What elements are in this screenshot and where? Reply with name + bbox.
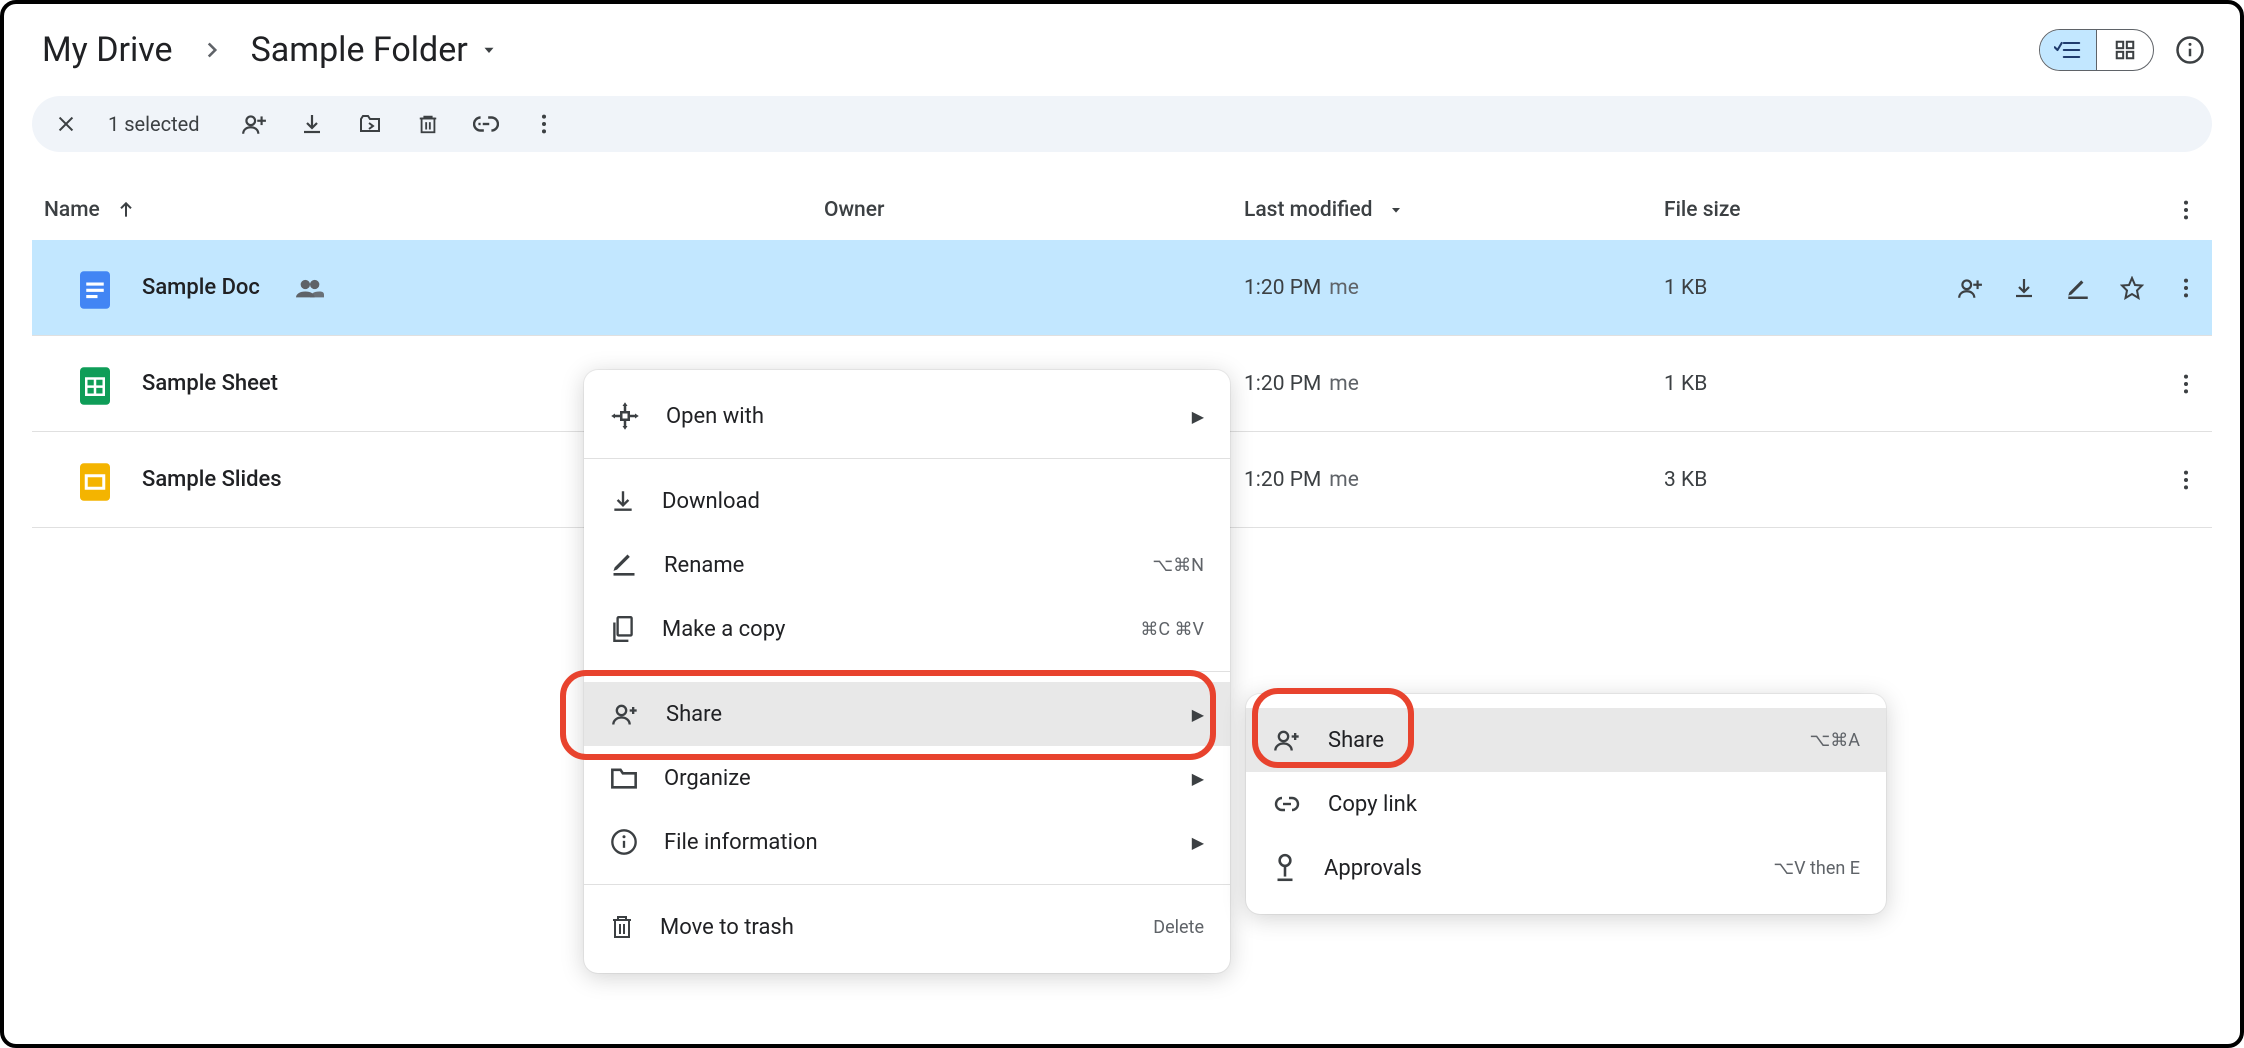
header: My Drive Sample Folder [32,20,2212,96]
column-size[interactable]: File size [1664,198,1741,222]
columns-menu-button[interactable] [2172,196,2200,224]
chevron-right-icon: ▶ [1192,833,1204,852]
download-button[interactable] [298,110,326,138]
shared-icon [296,278,324,298]
row-share-button[interactable] [1956,274,1984,302]
trash-icon [610,913,634,941]
chevron-right-icon: ▶ [1192,769,1204,788]
menu-download[interactable]: Download [584,469,1230,533]
row-more-button[interactable] [2172,274,2200,302]
menu-file-info[interactable]: File information ▶ [584,810,1230,874]
list-view-button[interactable] [2040,30,2096,70]
chevron-right-icon [199,37,225,63]
file-name: Sample Slides [142,467,282,492]
share-button[interactable] [240,110,268,138]
menu-make-copy[interactable]: Make a copy ⌘C ⌘V [584,597,1230,661]
breadcrumb-current-label: Sample Folder [251,30,468,70]
approvals-icon [1272,853,1298,883]
info-button[interactable] [2172,32,2208,68]
share-icon [1272,726,1302,754]
menu-share[interactable]: Share ▶ [584,682,1230,746]
breadcrumb-root[interactable]: My Drive [36,28,179,72]
google-slides-icon [80,463,114,497]
row-download-button[interactable] [2010,274,2038,302]
menu-organize[interactable]: Organize ▶ [584,746,1230,810]
folder-icon [610,766,638,790]
modified-by: me [1329,372,1359,396]
column-owner[interactable]: Owner [824,198,1244,222]
breadcrumb: My Drive Sample Folder [36,28,504,72]
table-row[interactable]: Sample Doc 1:20 PM me 1 KB [32,240,2212,336]
menu-open-with[interactable]: Open with ▶ [584,384,1230,448]
column-size-wrap: File size [1664,196,2200,224]
table-header: Name Owner Last modified File size [32,180,2212,240]
trash-button[interactable] [414,110,442,138]
view-toggle [2039,29,2155,71]
clear-selection-button[interactable] [52,110,80,138]
row-rename-button[interactable] [2064,274,2092,302]
google-doc-icon [80,271,114,305]
submenu-copy-link[interactable]: Copy link [1246,772,1886,836]
sort-asc-icon [116,200,136,220]
modified-by: me [1329,276,1359,300]
menu-move-to-trash[interactable]: Move to trash Delete [584,895,1230,959]
share-submenu: Share ⌥⌘A Copy link Approvals ⌥V then E [1246,694,1886,914]
link-button[interactable] [472,110,500,138]
file-size: 3 KB [1664,468,1707,492]
file-size: 1 KB [1664,276,1707,300]
file-name: Sample Sheet [142,371,278,396]
column-name[interactable]: Name [44,198,824,222]
share-icon [610,700,640,728]
info-icon [610,828,638,856]
rename-icon [610,553,638,577]
row-more-button[interactable] [2172,370,2200,398]
column-modified[interactable]: Last modified [1244,198,1664,222]
menu-rename[interactable]: Rename ⌥⌘N [584,533,1230,597]
file-name: Sample Doc [142,275,260,300]
link-icon [1272,795,1302,813]
header-right [2039,29,2209,71]
more-actions-button[interactable] [530,110,558,138]
modified-time: 1:20 PM [1244,276,1321,300]
row-star-button[interactable] [2118,274,2146,302]
selection-count: 1 selected [108,112,200,136]
modified-time: 1:20 PM [1244,372,1321,396]
context-menu: Open with ▶ Download Rename ⌥⌘N Make a c… [584,370,1230,973]
chevron-right-icon: ▶ [1192,407,1204,426]
breadcrumb-current[interactable]: Sample Folder [245,28,504,72]
modified-by: me [1329,468,1359,492]
selection-toolbar: 1 selected [32,96,2212,152]
copy-icon [610,615,636,643]
modified-time: 1:20 PM [1244,468,1321,492]
download-icon [610,488,636,514]
google-sheet-icon [80,367,114,401]
submenu-share[interactable]: Share ⌥⌘A [1246,708,1886,772]
chevron-right-icon: ▶ [1192,705,1204,724]
move-button[interactable] [356,110,384,138]
row-more-button[interactable] [2172,466,2200,494]
grid-view-button[interactable] [2097,30,2153,70]
submenu-approvals[interactable]: Approvals ⌥V then E [1246,836,1886,900]
caret-down-icon [480,41,498,59]
file-size: 1 KB [1664,372,1707,396]
caret-down-icon [1388,202,1404,218]
open-with-icon [610,401,640,431]
